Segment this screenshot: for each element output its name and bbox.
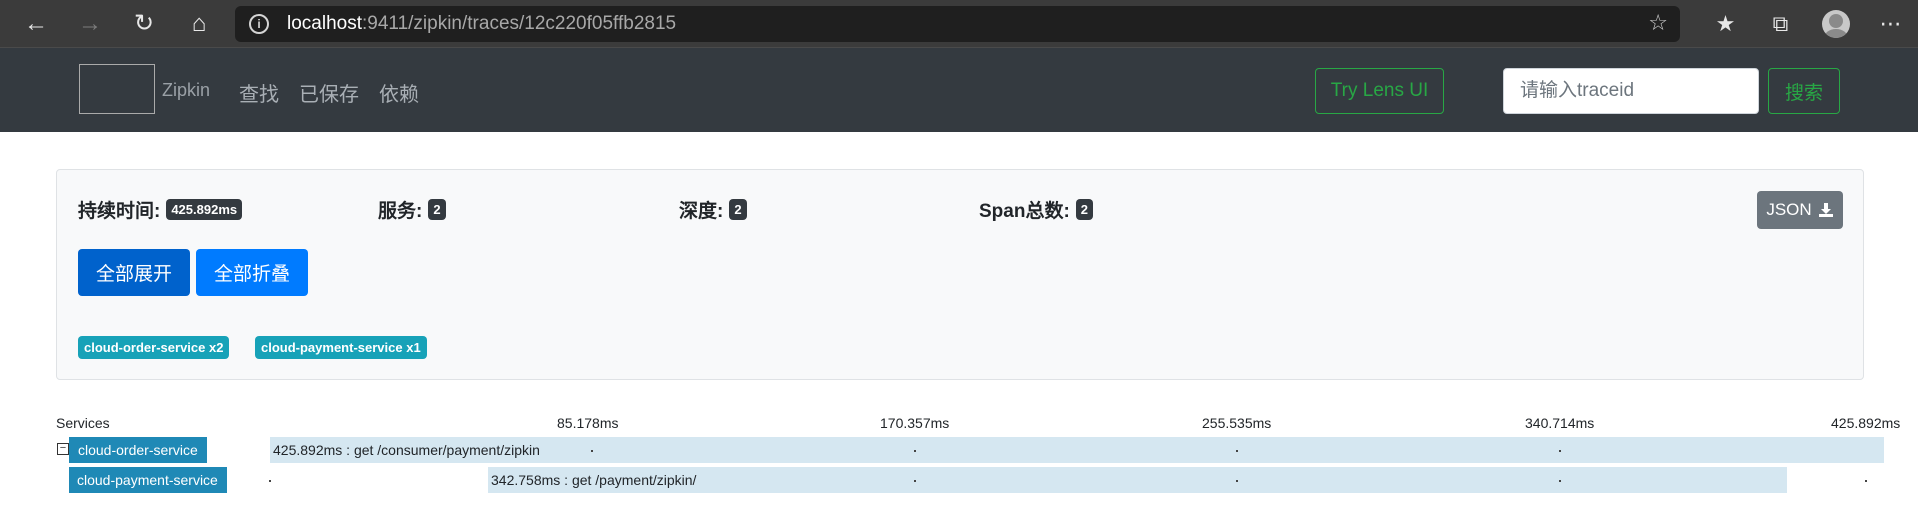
depth-badge: 2 <box>729 199 747 220</box>
tick-marker <box>1236 450 1238 452</box>
site-info-icon[interactable]: i <box>249 14 269 34</box>
nav-link-find[interactable]: 查找 <box>239 78 279 107</box>
address-bar[interactable]: i localhost:9411/zipkin/traces/12c220f05… <box>235 6 1680 42</box>
tick-marker <box>1559 450 1561 452</box>
tick-marker <box>1559 480 1561 482</box>
refresh-icon[interactable]: ↻ <box>120 0 168 48</box>
try-lens-ui-button[interactable]: Try Lens UI <box>1315 68 1444 114</box>
services-badge: 2 <box>428 199 446 220</box>
timeline-tick: 340.714ms <box>1525 415 1595 431</box>
duration-stat: 持续时间: 425.892ms <box>78 196 243 223</box>
url-path: :9411/zipkin/traces/12c220f05ffb2815 <box>362 13 677 34</box>
brand-name[interactable]: Zipkin <box>162 80 210 101</box>
service-filter-badge[interactable]: cloud-order-service x2 <box>78 336 230 359</box>
add-favorite-icon[interactable]: ☆ <box>1648 10 1668 36</box>
more-menu-icon[interactable]: ⋯ <box>1863 0 1918 48</box>
duration-label: 持续时间: <box>78 201 161 222</box>
timeline-tick: 170.357ms <box>880 415 950 431</box>
nav-link-saved[interactable]: 已保存 <box>299 78 359 107</box>
collections-icon[interactable]: ⧉ <box>1753 0 1808 48</box>
services-column-header: Services <box>56 415 110 431</box>
services-label: 服务: <box>378 201 423 222</box>
tick-marker <box>914 450 916 452</box>
browser-toolbar: ← → ↻ ⌂ i localhost:9411/zipkin/traces/1… <box>0 0 1918 48</box>
broken-logo-image[interactable] <box>79 64 155 114</box>
span-count-stat: Span总数: 2 <box>979 196 1094 223</box>
span-count-badge: 2 <box>1075 199 1094 220</box>
tick-marker <box>1236 480 1238 482</box>
download-icon <box>1818 203 1833 217</box>
url-host: localhost <box>287 13 362 34</box>
depth-stat: 深度: 2 <box>679 196 747 223</box>
app-navbar: Zipkin 查找 已保存 依赖 Try Lens UI 搜索 <box>0 48 1918 132</box>
span-label: 425.892ms : get /consumer/payment/zipkin <box>273 442 540 458</box>
span-label: 342.758ms : get /payment/zipkin/ <box>491 472 697 488</box>
nav-link-dependencies[interactable]: 依赖 <box>379 78 419 107</box>
tick-marker <box>591 450 593 452</box>
profile-icon[interactable] <box>1808 0 1863 48</box>
collapse-toggle-icon[interactable]: − <box>57 443 69 455</box>
service-filter-badge[interactable]: cloud-payment-service x1 <box>255 336 427 359</box>
timeline-tick: 255.535ms <box>1202 415 1272 431</box>
span-row[interactable]: 342.758ms : get /payment/zipkin/ <box>269 467 1884 493</box>
services-stat: 服务: 2 <box>378 196 446 223</box>
favorites-icon[interactable]: ★ <box>1698 0 1753 48</box>
json-button-label: JSON <box>1766 200 1812 219</box>
forward-icon[interactable]: → <box>66 0 114 48</box>
span-service-name[interactable]: cloud-payment-service <box>69 467 227 493</box>
tick-marker <box>914 480 916 482</box>
depth-label: 深度: <box>679 201 724 222</box>
json-download-button[interactable]: JSON <box>1757 191 1843 229</box>
avatar <box>1821 10 1850 38</box>
back-icon[interactable]: ← <box>12 0 60 48</box>
home-icon[interactable]: ⌂ <box>175 0 223 48</box>
search-button[interactable]: 搜索 <box>1768 68 1840 114</box>
span-count-label: Span总数: <box>979 201 1070 222</box>
timeline-tick: 85.178ms <box>557 415 619 431</box>
expand-all-button[interactable]: 全部展开 <box>78 249 190 296</box>
collapse-all-button[interactable]: 全部折叠 <box>196 249 308 296</box>
span-service-name[interactable]: cloud-order-service <box>69 437 207 463</box>
duration-badge: 425.892ms <box>166 199 243 220</box>
tick-marker <box>1865 480 1867 482</box>
span-row[interactable]: 425.892ms : get /consumer/payment/zipkin <box>270 437 1884 463</box>
tick-marker <box>269 480 271 482</box>
timeline-tick: 425.892ms <box>1831 415 1901 431</box>
traceid-input[interactable] <box>1503 68 1759 114</box>
trace-summary-card: 持续时间: 425.892ms 服务: 2 深度: 2 Span总数: 2 JS… <box>56 169 1864 380</box>
